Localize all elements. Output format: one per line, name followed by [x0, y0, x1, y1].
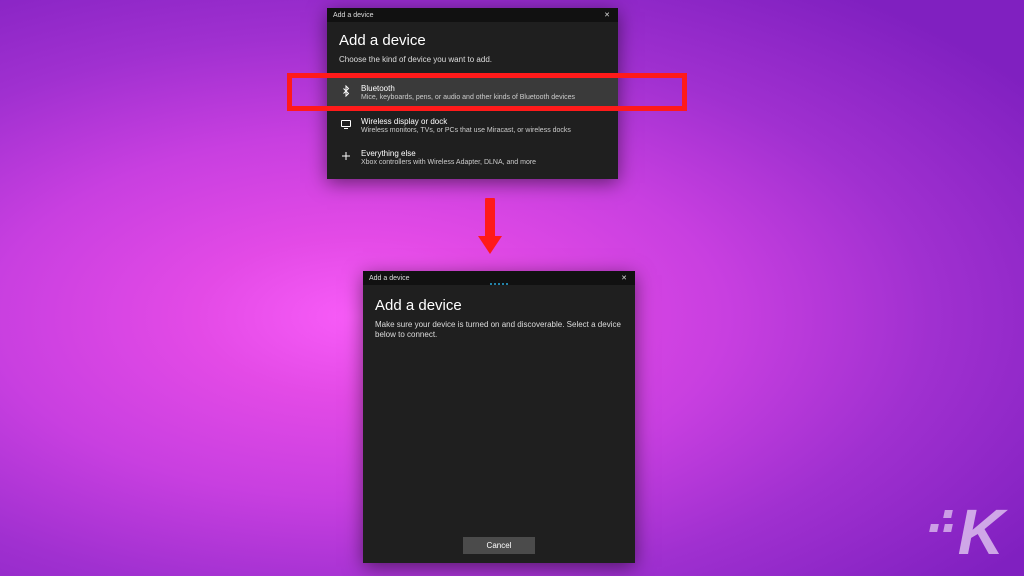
add-device-dialog-step1: Add a device ✕ Add a device Choose the k…: [327, 8, 618, 179]
plus-icon: [339, 149, 353, 163]
titlebar-text: Add a device: [369, 275, 409, 282]
dialog-body: Add a device Choose the kind of device y…: [327, 22, 618, 71]
titlebar-text: Add a device: [333, 12, 373, 19]
option-desc: Xbox controllers with Wireless Adapter, …: [361, 159, 606, 167]
dialog-subtext: Make sure your device is turned on and d…: [375, 320, 623, 341]
dialog-subtext: Choose the kind of device you want to ad…: [339, 55, 606, 65]
annotation-arrow-down-icon: [476, 198, 504, 263]
loading-dots-icon: [363, 283, 635, 285]
option-desc: Wireless monitors, TVs, or PCs that use …: [361, 127, 606, 135]
close-icon[interactable]: ✕: [600, 11, 614, 19]
bluetooth-icon: [339, 84, 353, 98]
option-everything-else[interactable]: Everything else Xbox controllers with Wi…: [327, 142, 618, 174]
display-icon: [339, 117, 353, 131]
logo-letter: K: [958, 507, 1004, 558]
cancel-button[interactable]: Cancel: [463, 537, 536, 554]
device-options-list: Bluetooth Mice, keyboards, pens, or audi…: [327, 71, 618, 178]
close-icon[interactable]: ✕: [617, 274, 631, 282]
option-title: Bluetooth: [361, 84, 606, 93]
logo-dots-icon: [930, 510, 952, 532]
dialog-heading: Add a device: [375, 297, 623, 314]
option-title: Everything else: [361, 149, 606, 158]
option-title: Wireless display or dock: [361, 117, 606, 126]
dialog-heading: Add a device: [339, 32, 606, 49]
option-bluetooth[interactable]: Bluetooth Mice, keyboards, pens, or audi…: [327, 77, 618, 109]
dialog-body: Add a device Make sure your device is tu…: [363, 287, 635, 347]
option-wireless-display[interactable]: Wireless display or dock Wireless monito…: [327, 110, 618, 142]
titlebar: Add a device ✕: [327, 8, 618, 22]
watermark-logo: K: [930, 507, 1004, 558]
dialog-footer: Cancel: [363, 530, 635, 563]
add-device-dialog-step2: Add a device ✕ Add a device Make sure yo…: [363, 271, 635, 563]
option-desc: Mice, keyboards, pens, or audio and othe…: [361, 94, 606, 102]
